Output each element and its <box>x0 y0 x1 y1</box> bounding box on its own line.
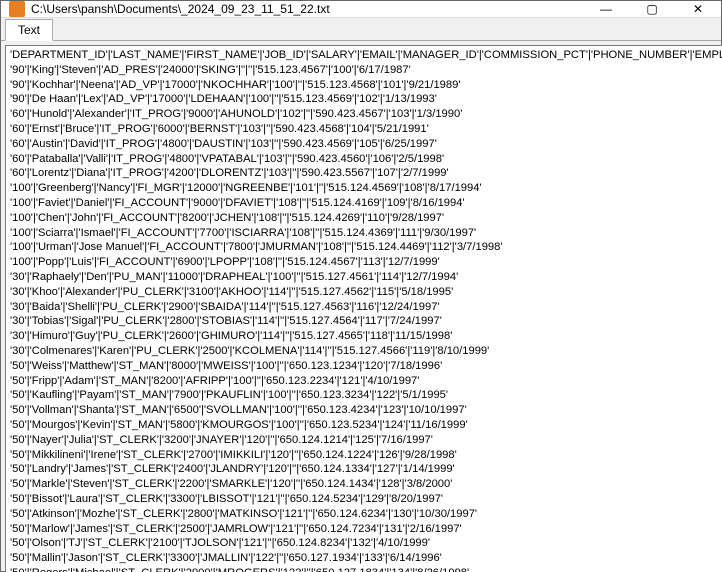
titlebar[interactable]: C:\Users\pansh\Documents\_2024_09_23_11_… <box>1 1 721 18</box>
text-line[interactable]: '30'|'Baida'|'Shelli'|'PU_CLERK'|'2900'|… <box>10 300 722 315</box>
text-line[interactable]: '50'|'Markle'|'Steven'|'ST_CLERK'|'2200'… <box>10 477 722 492</box>
text-line[interactable]: '60'|'Hunold'|'Alexander'|'IT_PROG'|'900… <box>10 107 722 122</box>
text-line[interactable]: '100'|'Faviet'|'Daniel'|'FI_ACCOUNT'|'90… <box>10 196 722 211</box>
text-line[interactable]: '90'|'Kochhar'|'Neena'|'AD_VP'|'17000'|'… <box>10 78 722 93</box>
text-line[interactable]: '30'|'Colmenares'|'Karen'|'PU_CLERK'|'25… <box>10 344 722 359</box>
tab-strip: Text <box>1 18 721 41</box>
text-line[interactable]: '60'|'Austin'|'David'|'IT_PROG'|'4800'|'… <box>10 137 722 152</box>
text-line[interactable]: '30'|'Tobias'|'Sigal'|'PU_CLERK'|'2800'|… <box>10 314 722 329</box>
text-line[interactable]: '50'|'Mallin'|'Jason'|'ST_CLERK'|'3300'|… <box>10 551 722 566</box>
text-line[interactable]: '30'|'Khoo'|'Alexander'|'PU_CLERK'|'3100… <box>10 285 722 300</box>
minimize-button[interactable]: — <box>583 1 629 17</box>
text-content[interactable]: 'DEPARTMENT_ID'|'LAST_NAME'|'FIRST_NAME'… <box>6 46 722 572</box>
text-line[interactable]: '60'|'Lorentz'|'Diana'|'IT_PROG'|'4200'|… <box>10 166 722 181</box>
text-line[interactable]: '50'|'Bissot'|'Laura'|'ST_CLERK'|'3300'|… <box>10 492 722 507</box>
text-line[interactable]: '100'|'Popp'|'Luis'|'FI_ACCOUNT'|'6900'|… <box>10 255 722 270</box>
text-line[interactable]: '50'|'Rogers'|'Michael'|'ST_CLERK'|'2900… <box>10 566 722 572</box>
text-line[interactable]: '30'|'Himuro'|'Guy'|'PU_CLERK'|'2600'|'G… <box>10 329 722 344</box>
text-line[interactable]: '50'|'Fripp'|'Adam'|'ST_MAN'|'8200'|'AFR… <box>10 374 722 389</box>
text-line[interactable]: '50'|'Olson'|'TJ'|'ST_CLERK'|'2100'|'TJO… <box>10 536 722 551</box>
app-window: C:\Users\pansh\Documents\_2024_09_23_11_… <box>0 0 722 572</box>
text-line[interactable]: '100'|'Urman'|'Jose Manuel'|'FI_ACCOUNT'… <box>10 240 722 255</box>
text-line[interactable]: '50'|'Landry'|'James'|'ST_CLERK'|'2400'|… <box>10 462 722 477</box>
text-viewer[interactable]: 'DEPARTMENT_ID'|'LAST_NAME'|'FIRST_NAME'… <box>5 45 722 572</box>
text-line[interactable]: '100'|'Chen'|'John'|'FI_ACCOUNT'|'8200'|… <box>10 211 722 226</box>
text-line[interactable]: '90'|'De Haan'|'Lex'|'AD_VP'|'17000'|'LD… <box>10 92 722 107</box>
text-line[interactable]: '100'|'Greenberg'|'Nancy'|'FI_MGR'|'1200… <box>10 181 722 196</box>
text-line[interactable]: '30'|'Raphaely'|'Den'|'PU_MAN'|'11000'|'… <box>10 270 722 285</box>
tab-text[interactable]: Text <box>5 19 53 41</box>
text-line[interactable]: '50'|'Mikkilineni'|'Irene'|'ST_CLERK'|'2… <box>10 448 722 463</box>
text-line[interactable]: '50'|'Mourgos'|'Kevin'|'ST_MAN'|'5800'|'… <box>10 418 722 433</box>
text-line[interactable]: '50'|'Atkinson'|'Mozhe'|'ST_CLERK'|'2800… <box>10 507 722 522</box>
text-line[interactable]: '50'|'Marlow'|'James'|'ST_CLERK'|'2500'|… <box>10 522 722 537</box>
text-line[interactable]: '100'|'Sciarra'|'Ismael'|'FI_ACCOUNT'|'7… <box>10 226 722 241</box>
close-button[interactable]: ✕ <box>675 1 721 17</box>
window-buttons: — ▢ ✕ <box>583 1 721 17</box>
text-line[interactable]: '50'|'Weiss'|'Matthew'|'ST_MAN'|'8000'|'… <box>10 359 722 374</box>
text-line[interactable]: 'DEPARTMENT_ID'|'LAST_NAME'|'FIRST_NAME'… <box>10 48 722 63</box>
text-line[interactable]: '50'|'Nayer'|'Julia'|'ST_CLERK'|'3200'|'… <box>10 433 722 448</box>
text-line[interactable]: '90'|'King'|'Steven'|'AD_PRES'|'24000'|'… <box>10 63 722 78</box>
text-line[interactable]: '60'|'Pataballa'|'Valli'|'IT_PROG'|'4800… <box>10 152 722 167</box>
text-line[interactable]: '50'|'Kaufling'|'Payam'|'ST_MAN'|'7900'|… <box>10 388 722 403</box>
text-line[interactable]: '60'|'Ernst'|'Bruce'|'IT_PROG'|'6000'|'B… <box>10 122 722 137</box>
window-title: C:\Users\pansh\Documents\_2024_09_23_11_… <box>31 2 583 16</box>
app-icon <box>9 1 25 17</box>
text-line[interactable]: '50'|'Vollman'|'Shanta'|'ST_MAN'|'6500'|… <box>10 403 722 418</box>
maximize-button[interactable]: ▢ <box>629 1 675 17</box>
content-area: 'DEPARTMENT_ID'|'LAST_NAME'|'FIRST_NAME'… <box>1 41 721 572</box>
